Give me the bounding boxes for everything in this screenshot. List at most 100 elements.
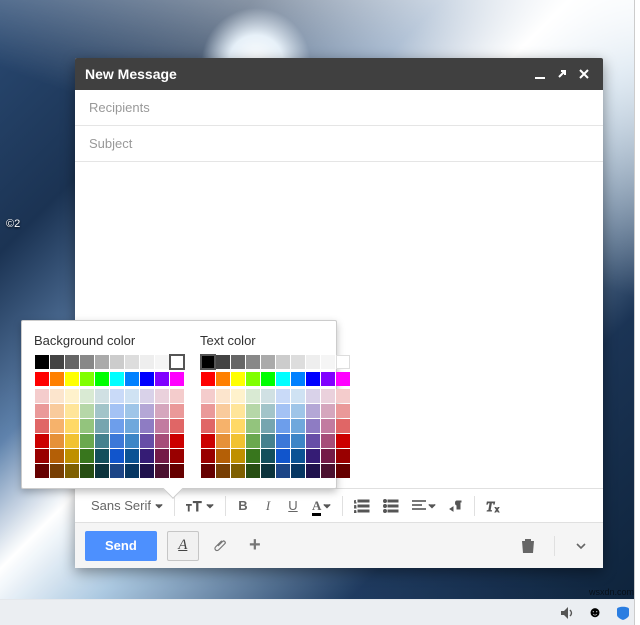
color-swatch[interactable]: [246, 434, 260, 448]
color-swatch[interactable]: [125, 404, 139, 418]
color-swatch[interactable]: [80, 372, 94, 386]
color-swatch[interactable]: [261, 404, 275, 418]
color-swatch[interactable]: [155, 355, 169, 369]
color-swatch[interactable]: [246, 464, 260, 478]
recipients-field[interactable]: Recipients: [75, 90, 603, 126]
color-swatch[interactable]: [231, 434, 245, 448]
color-swatch[interactable]: [231, 404, 245, 418]
color-swatch[interactable]: [276, 434, 290, 448]
color-swatch[interactable]: [80, 434, 94, 448]
color-swatch[interactable]: [201, 434, 215, 448]
color-swatch[interactable]: [140, 355, 154, 369]
emoji-tray-icon[interactable]: ☻: [586, 604, 604, 622]
color-swatch[interactable]: [110, 372, 124, 386]
color-swatch[interactable]: [65, 355, 79, 369]
color-swatch[interactable]: [50, 434, 64, 448]
color-swatch[interactable]: [80, 419, 94, 433]
color-swatch[interactable]: [155, 419, 169, 433]
color-swatch[interactable]: [155, 434, 169, 448]
color-swatch[interactable]: [231, 419, 245, 433]
color-swatch[interactable]: [35, 372, 49, 386]
color-swatch[interactable]: [35, 419, 49, 433]
color-swatch[interactable]: [170, 464, 184, 478]
minimize-icon[interactable]: [531, 65, 549, 83]
color-swatch[interactable]: [125, 355, 139, 369]
color-swatch[interactable]: [321, 389, 335, 403]
color-swatch[interactable]: [321, 434, 335, 448]
color-swatch[interactable]: [65, 434, 79, 448]
color-swatch[interactable]: [246, 355, 260, 369]
color-swatch[interactable]: [261, 419, 275, 433]
color-swatch[interactable]: [336, 449, 350, 463]
color-swatch[interactable]: [231, 389, 245, 403]
color-swatch[interactable]: [95, 419, 109, 433]
color-swatch[interactable]: [80, 389, 94, 403]
color-swatch[interactable]: [201, 404, 215, 418]
color-swatch[interactable]: [155, 372, 169, 386]
color-swatch[interactable]: [140, 404, 154, 418]
color-swatch[interactable]: [170, 449, 184, 463]
color-swatch[interactable]: [246, 389, 260, 403]
color-swatch[interactable]: [140, 372, 154, 386]
color-swatch[interactable]: [276, 464, 290, 478]
expand-icon[interactable]: [553, 65, 571, 83]
text-color-button[interactable]: A: [306, 494, 337, 518]
numbered-list-button[interactable]: 1 2 3: [348, 494, 376, 518]
italic-button[interactable]: I: [256, 494, 280, 518]
bulleted-list-button[interactable]: [377, 494, 405, 518]
color-swatch[interactable]: [155, 449, 169, 463]
color-swatch[interactable]: [50, 419, 64, 433]
color-swatch[interactable]: [321, 449, 335, 463]
color-swatch[interactable]: [306, 389, 320, 403]
color-swatch[interactable]: [95, 389, 109, 403]
color-swatch[interactable]: [246, 372, 260, 386]
color-swatch[interactable]: [321, 355, 335, 369]
color-swatch[interactable]: [65, 419, 79, 433]
color-swatch[interactable]: [336, 389, 350, 403]
font-size-button[interactable]: T T: [180, 494, 220, 518]
color-swatch[interactable]: [35, 434, 49, 448]
color-swatch[interactable]: [321, 419, 335, 433]
color-swatch[interactable]: [246, 419, 260, 433]
color-swatch[interactable]: [65, 372, 79, 386]
color-swatch[interactable]: [261, 372, 275, 386]
color-swatch[interactable]: [125, 449, 139, 463]
send-button[interactable]: Send: [85, 531, 157, 561]
color-swatch[interactable]: [231, 464, 245, 478]
color-swatch[interactable]: [201, 464, 215, 478]
subject-field[interactable]: Subject: [75, 126, 603, 162]
color-swatch[interactable]: [336, 434, 350, 448]
color-swatch[interactable]: [95, 464, 109, 478]
color-swatch[interactable]: [291, 389, 305, 403]
compose-title-bar[interactable]: New Message: [75, 58, 603, 90]
color-swatch[interactable]: [321, 464, 335, 478]
color-swatch[interactable]: [110, 449, 124, 463]
color-swatch[interactable]: [201, 389, 215, 403]
color-swatch[interactable]: [261, 355, 275, 369]
color-swatch[interactable]: [65, 389, 79, 403]
color-swatch[interactable]: [140, 419, 154, 433]
color-swatch[interactable]: [276, 404, 290, 418]
color-swatch[interactable]: [276, 389, 290, 403]
color-swatch[interactable]: [170, 419, 184, 433]
color-swatch[interactable]: [276, 449, 290, 463]
underline-button[interactable]: U: [281, 494, 305, 518]
color-swatch[interactable]: [216, 434, 230, 448]
color-swatch[interactable]: [336, 404, 350, 418]
color-swatch[interactable]: [170, 404, 184, 418]
color-swatch[interactable]: [95, 434, 109, 448]
color-swatch[interactable]: [306, 404, 320, 418]
color-swatch[interactable]: [80, 464, 94, 478]
color-swatch[interactable]: [95, 372, 109, 386]
color-swatch[interactable]: [35, 389, 49, 403]
color-swatch[interactable]: [261, 464, 275, 478]
color-swatch[interactable]: [306, 449, 320, 463]
color-swatch[interactable]: [231, 355, 245, 369]
color-swatch[interactable]: [216, 372, 230, 386]
color-swatch[interactable]: [291, 434, 305, 448]
color-swatch[interactable]: [170, 434, 184, 448]
audio-tray-icon[interactable]: [558, 604, 576, 622]
color-swatch[interactable]: [50, 449, 64, 463]
color-swatch[interactable]: [50, 355, 64, 369]
color-swatch[interactable]: [80, 404, 94, 418]
